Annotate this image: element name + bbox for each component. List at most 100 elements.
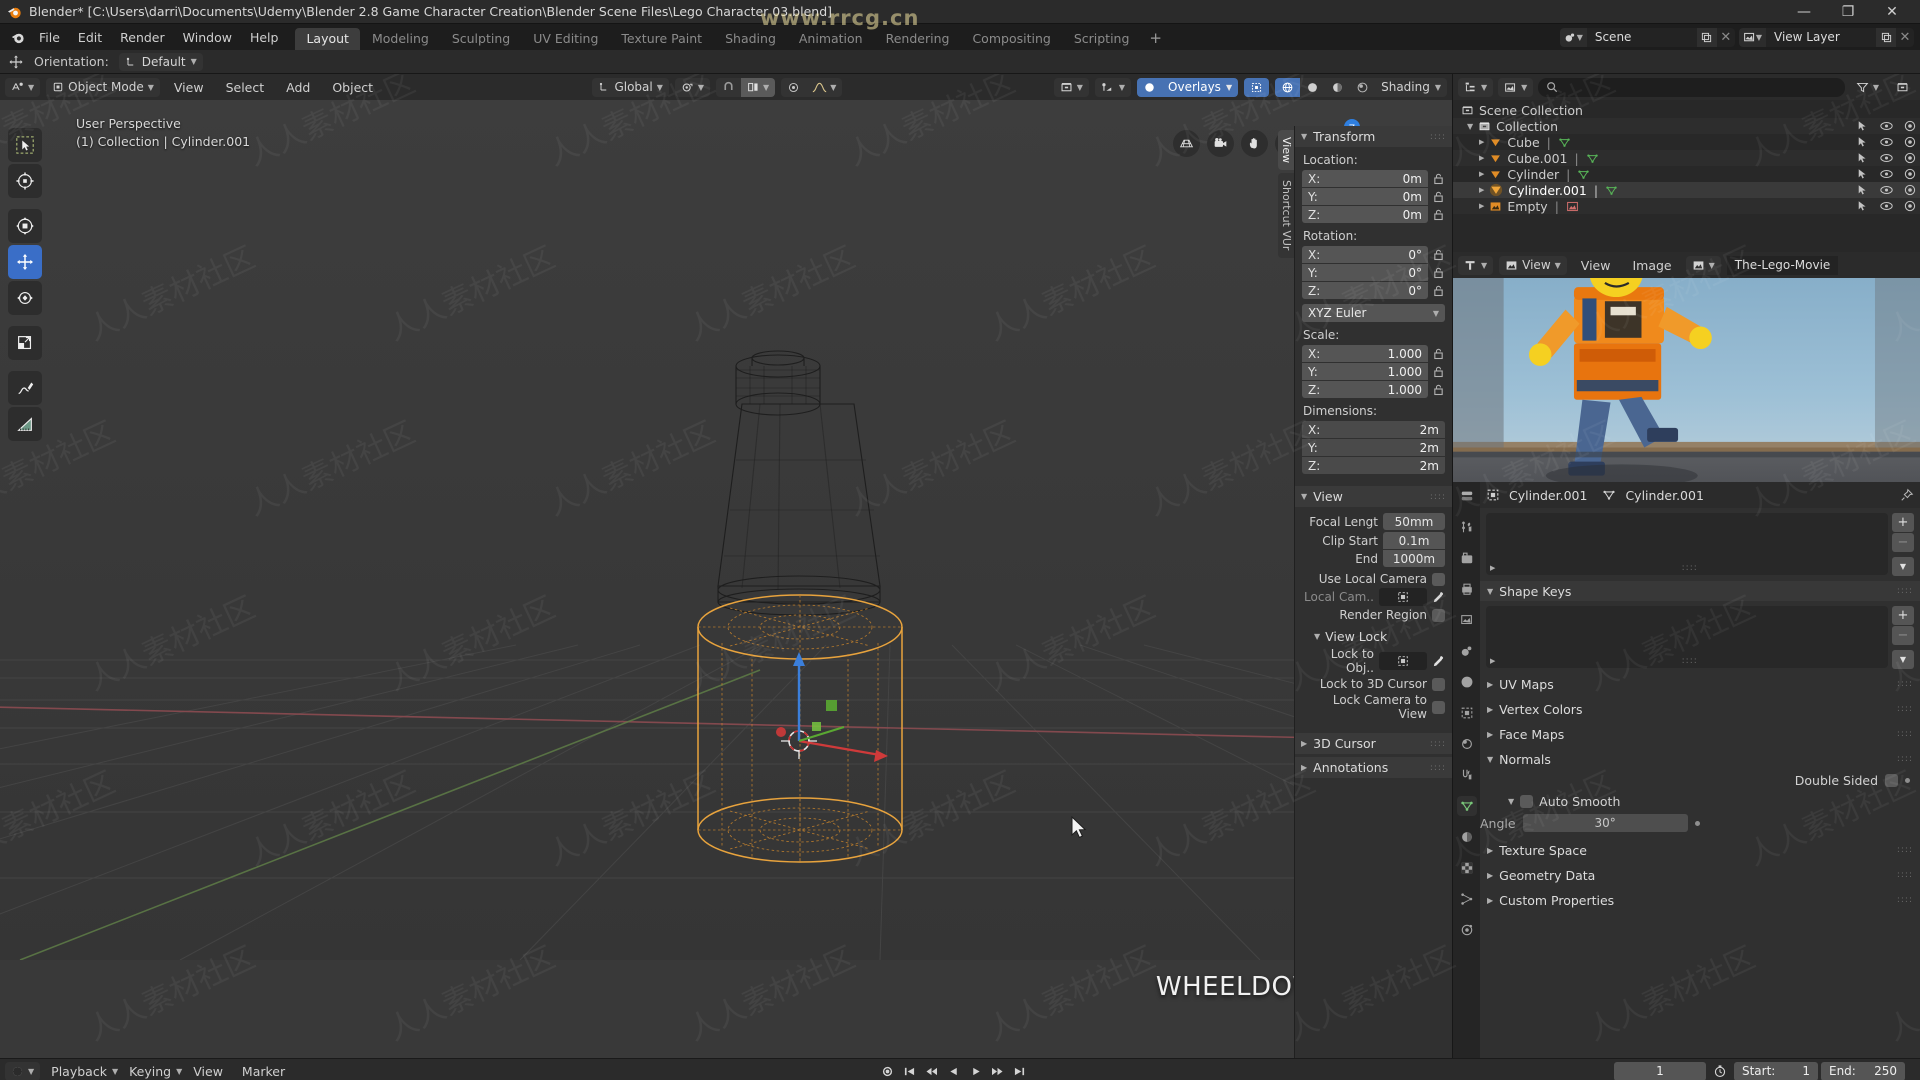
data-tab-icon[interactable] <box>1456 796 1477 816</box>
angle-row[interactable]: Angle 30° <box>1480 811 1920 835</box>
pin-icon[interactable] <box>1900 488 1914 502</box>
chevron-right-icon[interactable]: ▶ <box>1490 657 1495 665</box>
dimensions-z-field[interactable]: Z: 2m <box>1302 457 1445 474</box>
focal-length-row[interactable]: Focal Lengt 50mm <box>1302 513 1445 530</box>
frame-start-field[interactable]: Start: 1 <box>1733 1061 1818 1080</box>
render-region-checkbox[interactable] <box>1432 608 1445 622</box>
measure-tool[interactable] <box>8 407 42 441</box>
shape-keys-section-header[interactable]: ▼ Shape Keys :::: <box>1480 581 1920 601</box>
rotation-x-row[interactable]: X: 0° <box>1302 246 1445 263</box>
npanel-tab-shortcut[interactable]: Shortcut VUr <box>1278 173 1294 258</box>
view-layer-remove-button[interactable]: ✕ <box>1896 27 1914 47</box>
render-visibility-icon[interactable] <box>1904 120 1916 132</box>
outliner-row-empty[interactable]: ▶ Empty | <box>1453 198 1920 214</box>
blender-menu-icon[interactable] <box>4 24 30 50</box>
view-layer-name-field[interactable]: View Layer <box>1766 27 1876 47</box>
overlays-group[interactable]: Overlays ▼ <box>1137 77 1239 97</box>
lock-icon[interactable] <box>1432 366 1445 378</box>
local-camera-row[interactable]: Local Cam.. <box>1302 588 1445 606</box>
viewport-scene[interactable] <box>0 100 1452 960</box>
npanel-tab-view[interactable]: View <box>1278 130 1294 171</box>
proportional-edit-group[interactable]: ▼ <box>781 77 843 97</box>
remove-vertex-group-button[interactable]: − <box>1892 533 1914 552</box>
outliner-row-toggles[interactable] <box>1849 120 1916 132</box>
play-button[interactable] <box>966 1062 985 1080</box>
rotation-y-row[interactable]: Y: 0° <box>1302 264 1445 281</box>
normals-section-header[interactable]: ▼ Normals :::: <box>1480 749 1920 769</box>
use-local-camera-row[interactable]: Use Local Camera <box>1302 572 1445 586</box>
selectable-icon[interactable] <box>1857 120 1869 132</box>
menu-edit[interactable]: Edit <box>69 24 111 50</box>
lock-icon[interactable] <box>1432 191 1445 203</box>
outliner-row-toggles[interactable] <box>1849 168 1916 180</box>
scale-x-row[interactable]: X: 1.000 <box>1302 345 1445 362</box>
chevron-right-icon[interactable]: ▶ <box>1479 154 1484 162</box>
tab-layout[interactable]: Layout <box>295 28 360 50</box>
scale-tool[interactable] <box>8 326 42 360</box>
lock-icon[interactable] <box>1432 267 1445 279</box>
lock-to-3d-cursor-checkbox[interactable] <box>1432 677 1445 691</box>
3d-cursor-panel-header[interactable]: ▶ 3D Cursor :::: <box>1295 733 1452 754</box>
selectable-icon[interactable] <box>1857 152 1869 164</box>
minimize-button[interactable]: — <box>1782 0 1826 24</box>
double-sided-row[interactable]: Double Sided <box>1480 769 1920 792</box>
scale-y-row[interactable]: Y: 1.000 <box>1302 363 1445 380</box>
overlays-toggle-icon[interactable] <box>1137 77 1163 97</box>
scale-z-row[interactable]: Z: 1.000 <box>1302 381 1445 398</box>
chevron-down-icon[interactable]: ▼ <box>1467 122 1473 131</box>
jump-to-start-button[interactable] <box>900 1062 919 1080</box>
tab-rendering[interactable]: Rendering <box>875 28 961 50</box>
lock-camera-to-view-checkbox[interactable] <box>1432 700 1445 714</box>
image-view-mode-selector[interactable]: View ▼ <box>1499 255 1567 275</box>
shape-keys-listbox[interactable]: ▶ :::: <box>1486 606 1888 668</box>
lock-icon[interactable] <box>1432 348 1445 360</box>
view-layer-selector[interactable]: ▼ View Layer ✕ <box>1738 27 1914 47</box>
texture-space-section-header[interactable]: ▶ Texture Space :::: <box>1480 840 1920 860</box>
eyedropper-icon[interactable] <box>1432 655 1445 668</box>
outliner-row-cylinder-001[interactable]: ▶ Cylinder.001 | <box>1453 182 1920 198</box>
tab-scripting[interactable]: Scripting <box>1063 28 1141 50</box>
animate-dot[interactable] <box>1694 820 1700 826</box>
tab-compositing[interactable]: Compositing <box>961 28 1061 50</box>
view-layer-tab-icon[interactable] <box>1457 610 1477 630</box>
eye-icon[interactable] <box>1880 137 1893 147</box>
material-tab-icon[interactable] <box>1457 827 1477 847</box>
close-button[interactable]: ✕ <box>1870 0 1914 24</box>
mesh-data-icon[interactable] <box>1558 136 1571 149</box>
lock-icon[interactable] <box>1432 173 1445 185</box>
hand-icon[interactable] <box>1241 130 1268 157</box>
clip-start-field[interactable]: 0.1m <box>1383 532 1445 549</box>
tab-texture-paint[interactable]: Texture Paint <box>610 28 713 50</box>
editor-type-selector[interactable]: ▼ <box>5 77 41 97</box>
properties-editor-type-icon[interactable] <box>1457 486 1477 506</box>
maximize-button[interactable]: ❐ <box>1826 0 1870 24</box>
shading-dropdown[interactable]: Shading ▼ <box>1375 78 1447 97</box>
object-tab-icon[interactable] <box>1457 703 1477 723</box>
location-x-field[interactable]: X: 0m <box>1302 170 1428 187</box>
outliner-row-toggles[interactable] <box>1849 136 1916 148</box>
face-maps-section-header[interactable]: ▶ Face Maps :::: <box>1480 724 1920 744</box>
xray-toggle-icon[interactable] <box>1244 77 1270 97</box>
snapping-group[interactable]: ▼ <box>716 77 776 97</box>
dimensions-x-field[interactable]: X: 2m <box>1302 421 1445 438</box>
play-reverse-button[interactable] <box>944 1062 963 1080</box>
viewport-body[interactable]: User Perspective (1) Collection | Cylind… <box>0 100 1452 1058</box>
uv-maps-section-header[interactable]: ▶ UV Maps :::: <box>1480 674 1920 694</box>
eye-icon[interactable] <box>1880 121 1893 131</box>
scale-x-field[interactable]: X: 1.000 <box>1302 345 1428 362</box>
chevron-right-icon[interactable]: ▶ <box>1479 138 1484 146</box>
scale-y-field[interactable]: Y: 1.000 <box>1302 363 1428 380</box>
shading-rendered-icon[interactable] <box>1350 78 1375 97</box>
eye-icon[interactable] <box>1880 169 1893 179</box>
mesh-data-icon[interactable] <box>1577 168 1590 181</box>
eye-icon[interactable] <box>1880 185 1893 195</box>
previous-keyframe-button[interactable] <box>922 1062 941 1080</box>
tab-animation[interactable]: Animation <box>788 28 874 50</box>
outliner-row-cube-001[interactable]: ▶ Cube.001 | <box>1453 150 1920 166</box>
rotation-z-row[interactable]: Z: 0° <box>1302 282 1445 299</box>
render-visibility-icon[interactable] <box>1904 184 1916 196</box>
selectable-icon[interactable] <box>1857 184 1869 196</box>
shading-material-icon[interactable] <box>1325 78 1350 97</box>
location-x-row[interactable]: X: 0m <box>1302 170 1445 187</box>
lock-to-object-row[interactable]: Lock to Obj.. <box>1302 647 1445 675</box>
